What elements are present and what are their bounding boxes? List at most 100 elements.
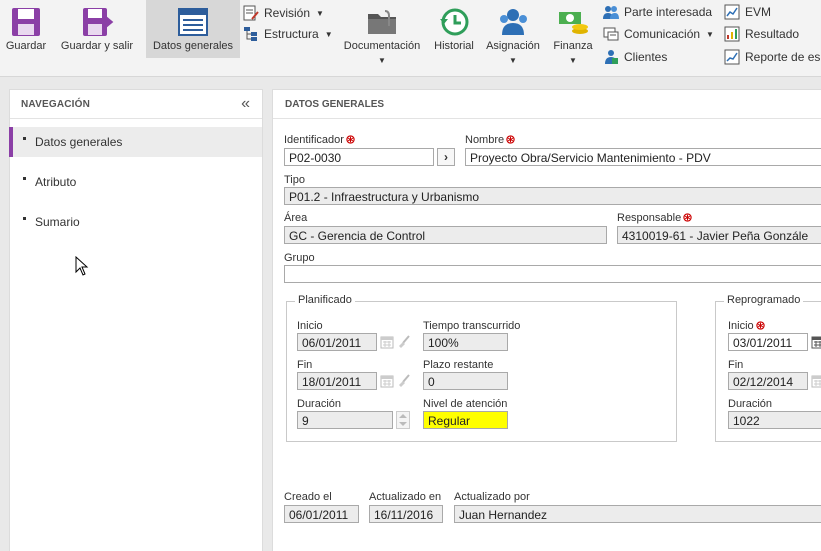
- communication-dropdown-icon: ▼: [706, 29, 714, 39]
- structure-dropdown-icon: ▼: [324, 29, 333, 39]
- revision-menu[interactable]: Revisión ▼: [243, 3, 324, 23]
- updated-by-field[interactable]: Juan Hernandez: [454, 505, 821, 523]
- evm-chart-icon: [724, 4, 740, 20]
- status-report-button[interactable]: Reporte de es: [724, 47, 820, 67]
- revision-dropdown-icon: ▼: [316, 8, 324, 18]
- nav-item-summary[interactable]: Sumario: [10, 207, 262, 237]
- planned-duration-field[interactable]: 9: [297, 411, 393, 429]
- collapse-double-chevron-icon[interactable]: «: [241, 95, 250, 113]
- clients-button[interactable]: Clientes: [603, 47, 667, 67]
- nav-item-label: Datos generales: [35, 135, 123, 149]
- name-field[interactable]: Proyecto Obra/Servicio Mantenimiento - P…: [465, 148, 821, 166]
- group-label: Grupo: [284, 252, 315, 264]
- responsible-label-text: Responsable: [617, 212, 682, 224]
- save-exit-icon: [83, 8, 114, 36]
- assignment-dropdown-icon: ▼: [509, 56, 517, 65]
- folder-icon: [368, 10, 396, 34]
- rescheduled-start-label-text: Inicio: [728, 320, 754, 332]
- bullet-icon: [23, 137, 26, 140]
- save-exit-button[interactable]: Guardar y salir: [56, 0, 138, 62]
- nav-item-general-data[interactable]: Datos generales: [9, 127, 262, 157]
- navigation-header: NAVEGACIÓN «: [10, 90, 262, 119]
- chevron-right-icon: ›: [444, 150, 448, 164]
- calendar-icon[interactable]: [380, 335, 394, 349]
- name-label-text: Nombre: [465, 134, 505, 146]
- result-label: Resultado: [745, 27, 800, 41]
- calendar-icon[interactable]: [380, 374, 394, 388]
- duration-stepper-icon[interactable]: [396, 411, 410, 429]
- documentation-button[interactable]: Documentación ▼: [340, 0, 424, 65]
- go-arrow-button[interactable]: ›: [437, 148, 455, 166]
- attention-level-label: Nivel de atención: [423, 398, 508, 410]
- finance-button[interactable]: Finanza ▼: [550, 0, 596, 65]
- general-data-panel: DATOS GENERALES Identificador P02-0030 ›…: [272, 89, 821, 551]
- bullet-icon: [23, 217, 26, 220]
- nav-item-attribute[interactable]: Atributo: [10, 167, 262, 197]
- planned-end-field[interactable]: 18/01/2011: [297, 372, 377, 390]
- general-data-button[interactable]: Datos generales: [146, 0, 240, 58]
- nav-item-label: Atributo: [35, 175, 77, 189]
- responsible-label: Responsable: [617, 212, 692, 224]
- required-icon: [756, 321, 765, 330]
- remaining-time-field[interactable]: 0: [423, 372, 508, 390]
- assignment-label: Asignación: [486, 40, 540, 52]
- calendar-icon[interactable]: [811, 374, 821, 388]
- group-field[interactable]: [284, 265, 821, 283]
- updated-field[interactable]: 16/11/2016: [369, 505, 443, 523]
- planned-end-label: Fin: [297, 359, 313, 371]
- report-label: Reporte de es: [745, 50, 821, 64]
- required-icon: [346, 135, 355, 144]
- history-clock-icon: [440, 8, 469, 36]
- updated-by-label: Actualizado por: [454, 491, 530, 503]
- panel-title: DATOS GENERALES: [285, 99, 385, 110]
- result-button[interactable]: Resultado: [724, 24, 799, 44]
- revision-label: Revisión: [264, 6, 311, 20]
- attention-level-field[interactable]: Regular: [423, 411, 508, 429]
- navigation-title: NAVEGACIÓN: [21, 99, 91, 110]
- clear-brush-icon[interactable]: [397, 335, 411, 349]
- calendar-icon[interactable]: [811, 335, 821, 349]
- required-icon: [506, 135, 515, 144]
- clear-brush-icon[interactable]: [397, 374, 411, 388]
- elapsed-time-field[interactable]: 100%: [423, 333, 508, 351]
- required-icon: [683, 213, 692, 222]
- name-label: Nombre: [465, 134, 515, 146]
- floppy-disk-icon: [12, 8, 40, 36]
- type-field[interactable]: P01.2 - Infraestructura y Urbanismo: [284, 187, 821, 205]
- documentation-dropdown-icon: ▼: [378, 56, 386, 65]
- created-field[interactable]: 06/01/2011: [284, 505, 359, 523]
- navigation-panel: NAVEGACIÓN « Datos generales Atributo Su…: [9, 89, 263, 551]
- evm-button[interactable]: EVM: [724, 2, 771, 22]
- planned-start-field[interactable]: 06/01/2011: [297, 333, 377, 351]
- identifier-label-text: Identificador: [284, 134, 344, 146]
- toolbar: Guardar Guardar y salir Datos generales …: [0, 0, 821, 77]
- responsible-field[interactable]: 4310019-61 - Javier Peña Gonzále: [617, 226, 821, 244]
- structure-menu[interactable]: Estructura ▼: [243, 24, 333, 44]
- rescheduled-duration-label: Duración: [728, 398, 773, 410]
- rescheduled-end-field[interactable]: 02/12/2014: [728, 372, 808, 390]
- elapsed-time-label: Tiempo transcurrido: [423, 320, 521, 332]
- stakeholder-button[interactable]: Parte interesada: [603, 2, 712, 22]
- structure-label: Estructura: [264, 27, 319, 41]
- history-button[interactable]: Historial: [430, 0, 478, 62]
- area-label: Área: [284, 212, 308, 224]
- revision-icon: [243, 5, 259, 21]
- save-button[interactable]: Guardar: [0, 0, 52, 62]
- rescheduled-duration-field[interactable]: 1022: [728, 411, 821, 429]
- save-label: Guardar: [5, 40, 47, 52]
- clients-label: Clientes: [624, 50, 668, 64]
- identifier-label: Identificador: [284, 134, 355, 146]
- stakeholder-icon: [603, 6, 619, 19]
- updated-label: Actualizado en: [369, 491, 442, 503]
- assignment-button[interactable]: Asignación ▼: [484, 0, 542, 65]
- identifier-field[interactable]: P02-0030: [284, 148, 434, 166]
- area-field[interactable]: GC - Gerencia de Control: [284, 226, 607, 244]
- rescheduled-start-label: Inicio: [728, 320, 765, 332]
- rescheduled-group: Reprogramado Inicio 03/01/2011 Fin 02/12…: [715, 294, 821, 442]
- general-data-label: Datos generales: [152, 40, 234, 52]
- panel-header: DATOS GENERALES: [273, 90, 821, 119]
- rescheduled-end-label: Fin: [728, 359, 744, 371]
- report-chart-icon: [724, 49, 740, 65]
- communication-menu[interactable]: Comunicación ▼: [603, 24, 714, 44]
- rescheduled-start-field[interactable]: 03/01/2011: [728, 333, 808, 351]
